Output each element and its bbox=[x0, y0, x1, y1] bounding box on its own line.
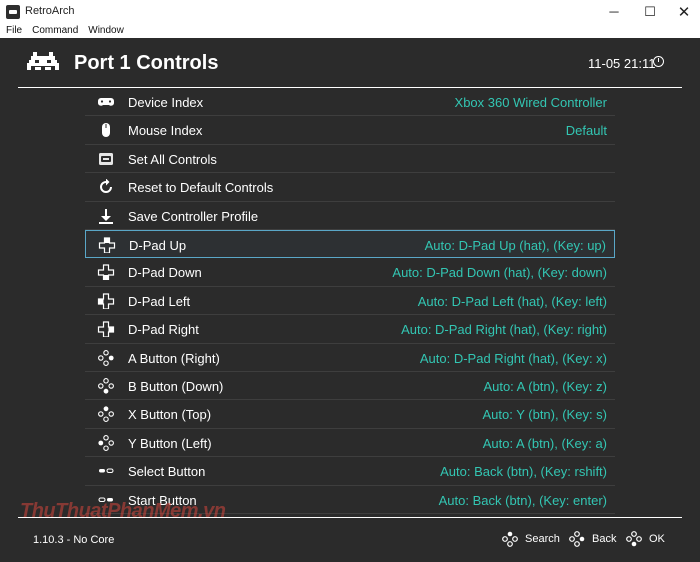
list-item-value: Xbox 360 Wired Controller bbox=[454, 95, 607, 110]
retroarch-app-icon bbox=[6, 5, 20, 19]
list-item-label: Save Controller Profile bbox=[128, 208, 259, 224]
list-item-value: Auto: A (btn), (Key: z) bbox=[483, 379, 607, 394]
download-icon bbox=[99, 208, 113, 224]
back-footer-button[interactable]: Back bbox=[569, 531, 616, 547]
list-item-value: Auto: D-Pad Down (hat), (Key: down) bbox=[392, 265, 607, 281]
gamepad-icon bbox=[98, 98, 114, 106]
list-item-label: B Button (Down) bbox=[128, 379, 224, 394]
search-footer-button[interactable]: Search bbox=[502, 531, 560, 547]
list-item-value: Auto: D-Pad Left (hat), (Key: left) bbox=[417, 293, 607, 309]
menu-file[interactable]: File bbox=[6, 25, 22, 36]
list-item-label: Set All Controls bbox=[128, 151, 217, 167]
version-label: 1.10.3 - No Core bbox=[33, 534, 115, 546]
list-item[interactable]: D-Pad Right Auto: D-Pad Right (hat), (Key… bbox=[85, 315, 615, 344]
close-button[interactable]: ✕ bbox=[666, 0, 700, 23]
list-item[interactable]: D-Pad Down Auto: D-Pad Down (hat), (Key: … bbox=[85, 258, 615, 287]
list-item-label: D-Pad Down bbox=[128, 265, 202, 281]
menu-command[interactable]: Command bbox=[32, 25, 78, 36]
dpad-left-icon bbox=[97, 293, 115, 309]
list-item[interactable]: Reset to Default Controls bbox=[85, 173, 615, 202]
list-item[interactable]: A Button (Right) Auto: D-Pad Right (hat),… bbox=[85, 344, 615, 372]
start-button-icon bbox=[98, 497, 113, 502]
list-item-value: Auto: D-Pad Up (hat), (Key: up) bbox=[424, 238, 606, 253]
face-buttons-icon bbox=[626, 531, 642, 547]
back-label: Back bbox=[592, 533, 617, 545]
list-item[interactable]: D-Pad Up Auto: D-Pad Up (hat), (Key: up) bbox=[85, 230, 615, 259]
list-item[interactable]: Start Button Auto: Back (btn), (Key: ente… bbox=[85, 486, 615, 514]
list-item[interactable]: B Button (Down) Auto: A (btn), (Key: z) bbox=[85, 372, 615, 401]
list-item-label: Reset to Default Controls bbox=[128, 180, 274, 196]
reset-icon bbox=[100, 179, 112, 194]
list-item-label: D-Pad Left bbox=[128, 293, 191, 309]
ok-footer-button[interactable]: OK bbox=[626, 531, 665, 547]
list-item-label: Y Button (Left) bbox=[128, 435, 212, 451]
list-item-label: Device Index bbox=[128, 95, 204, 110]
minimize-button[interactable]: ─ bbox=[596, 0, 632, 23]
dpad-up-icon bbox=[98, 237, 116, 253]
list-item[interactable]: D-Pad Left Auto: D-Pad Left (hat), (Key: … bbox=[85, 287, 615, 316]
dpad-right-icon bbox=[97, 321, 115, 338]
face-buttons-icon bbox=[502, 531, 518, 547]
dpad-down-icon bbox=[97, 264, 115, 281]
list-item-value: Auto: D-Pad Right (hat), (Key: right) bbox=[401, 322, 607, 338]
list-item[interactable]: Save Controller Profile bbox=[85, 202, 615, 230]
list-item[interactable]: Device Index Xbox 360 Wired Controller bbox=[85, 88, 615, 117]
window-title: RetroArch bbox=[25, 5, 75, 17]
list-item-label: D-Pad Right bbox=[128, 322, 199, 338]
list-item-label: Mouse Index bbox=[128, 123, 203, 139]
list-item[interactable]: Select Button Auto: Back (btn), (Key: rsh… bbox=[85, 457, 615, 486]
menu-window[interactable]: Window bbox=[88, 25, 124, 36]
list-item-value: Auto: D-Pad Right (hat), (Key: x) bbox=[419, 350, 607, 366]
controls-list: Device Index Xbox 360 Wired Controller Mou… bbox=[85, 88, 615, 516]
list-item[interactable]: Mouse Index Default bbox=[85, 116, 615, 145]
list-item-value: Auto: Back (btn), (Key: rshift) bbox=[440, 464, 607, 480]
list-item[interactable]: Set All Controls bbox=[85, 145, 615, 174]
keyboard-icon bbox=[99, 152, 113, 165]
list-item-value: Default bbox=[565, 123, 607, 139]
search-label: Search bbox=[525, 533, 560, 545]
clock: 11-05 21:11 bbox=[588, 56, 656, 71]
select-button-icon bbox=[99, 468, 114, 474]
list-item-value: Auto: Back (btn), (Key: enter) bbox=[438, 492, 607, 508]
face-button-top-icon bbox=[98, 406, 114, 423]
list-item-label: D-Pad Up bbox=[129, 238, 187, 253]
window-titlebar: RetroArch ─ ☐ ✕ bbox=[0, 0, 700, 23]
list-item-label: A Button (Right) bbox=[128, 350, 220, 366]
list-item[interactable]: X Button (Top) Auto: Y (btn), (Key: s) bbox=[85, 400, 615, 429]
clock-icon bbox=[653, 56, 664, 67]
face-button-right-icon bbox=[98, 349, 114, 366]
mouse-icon bbox=[102, 123, 110, 138]
face-button-left-icon bbox=[98, 434, 114, 451]
list-item-label: Start Button bbox=[128, 492, 197, 508]
list-item-value: Auto: A (btn), (Key: a) bbox=[482, 435, 607, 451]
ok-label: OK bbox=[649, 533, 665, 545]
list-item-label: X Button (Top) bbox=[128, 407, 212, 423]
face-buttons-icon bbox=[569, 531, 585, 547]
menu-bar: File Command Window bbox=[0, 23, 700, 38]
list-item-value: Auto: Y (btn), (Key: s) bbox=[482, 407, 607, 423]
maximize-button[interactable]: ☐ bbox=[632, 0, 668, 23]
list-item-label: Select Button bbox=[128, 464, 206, 480]
list-item[interactable]: Y Button (Left) Auto: A (btn), (Key: a) bbox=[85, 429, 615, 458]
retroarch-logo-icon bbox=[27, 52, 59, 70]
face-button-down-icon bbox=[98, 378, 114, 394]
page-title: Port 1 Controls bbox=[74, 52, 219, 74]
